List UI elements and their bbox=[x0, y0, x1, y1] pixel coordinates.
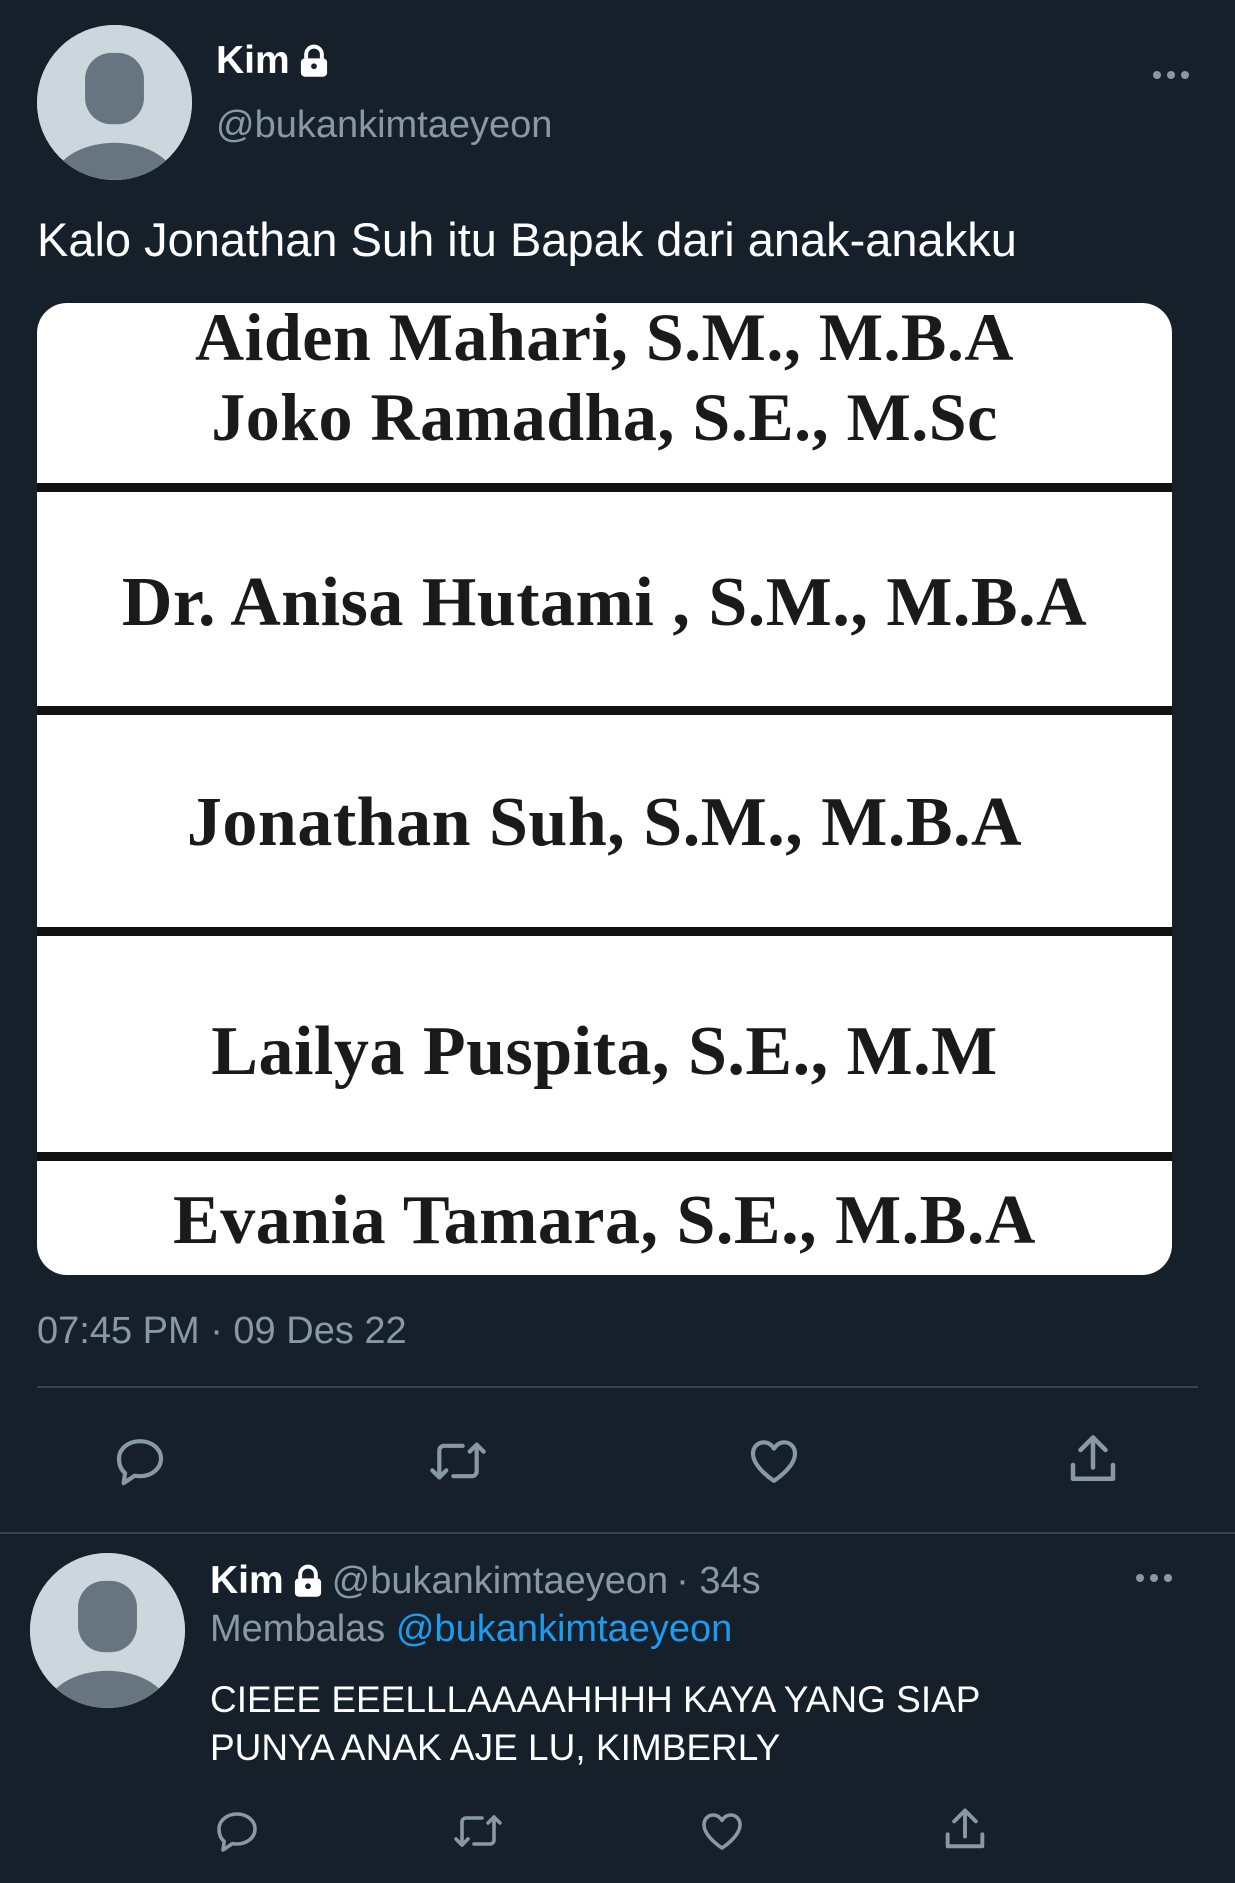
image-line: Dr. Anisa Hutami , S.M., M.B.A bbox=[121, 564, 1088, 641]
replying-to-link[interactable]: @bukankimtaeyeon bbox=[396, 1608, 732, 1650]
divider bbox=[37, 1386, 1198, 1388]
avatar[interactable] bbox=[37, 25, 192, 180]
reply-avatar[interactable] bbox=[30, 1553, 185, 1708]
default-avatar-icon bbox=[30, 1553, 185, 1708]
share-icon[interactable] bbox=[1063, 1430, 1123, 1490]
retweet-icon[interactable] bbox=[449, 1807, 507, 1855]
lock-icon bbox=[300, 44, 327, 77]
share-icon[interactable] bbox=[939, 1804, 991, 1856]
retweet-icon[interactable] bbox=[425, 1433, 491, 1489]
tweet-image[interactable]: Aiden Mahari, S.M., M.B.A Joko Ramadha, … bbox=[37, 303, 1172, 1275]
reply-header[interactable]: Kim @bukankimtaeyeon · 34s bbox=[210, 1558, 761, 1604]
reply-icon[interactable] bbox=[110, 1433, 170, 1489]
image-line: Aiden Mahari, S.M., M.B.A bbox=[194, 303, 1015, 375]
divider bbox=[0, 1532, 1235, 1534]
reply-author-name: Kim bbox=[210, 1559, 284, 1602]
image-rule bbox=[37, 483, 1172, 492]
reply-text-line: PUNYA ANAK AJE LU, KIMBERLY bbox=[210, 1727, 781, 1768]
more-icon[interactable] bbox=[1136, 1574, 1172, 1582]
replying-label: Membalas bbox=[210, 1608, 386, 1650]
heart-icon[interactable] bbox=[744, 1433, 804, 1489]
image-rule bbox=[37, 706, 1172, 715]
author-name-row[interactable]: Kim bbox=[216, 38, 330, 84]
image-line: Jonathan Suh, S.M., M.B.A bbox=[186, 784, 1023, 861]
default-avatar-icon bbox=[37, 25, 192, 180]
lock-icon bbox=[294, 1564, 321, 1597]
reply-text: CIEEE EEELLLAAAAHHHH KAYA YANG SIAP PUNY… bbox=[210, 1676, 980, 1772]
heart-icon[interactable] bbox=[696, 1807, 748, 1855]
tweet-text: Kalo Jonathan Suh itu Bapak dari anak-an… bbox=[37, 213, 1017, 266]
image-line: Lailya Puspita, S.E., M.M bbox=[211, 1013, 998, 1090]
reply-author-handle: @bukankimtaeyeon bbox=[331, 1559, 669, 1602]
author-handle[interactable]: @bukankimtaeyeon bbox=[216, 104, 552, 147]
reply-text-line: CIEEE EEELLLAAAAHHHH KAYA YANG SIAP bbox=[210, 1679, 981, 1720]
author-name: Kim bbox=[216, 39, 290, 82]
more-icon[interactable] bbox=[1153, 71, 1189, 79]
tweet-timestamp[interactable]: 07:45 PM · 09 Des 22 bbox=[37, 1310, 407, 1353]
image-line: Evania Tamara, S.E., M.B.A bbox=[173, 1182, 1036, 1259]
replying-to-row: Membalas @bukankimtaeyeon bbox=[210, 1608, 732, 1651]
image-rule bbox=[37, 927, 1172, 936]
image-line: Joko Ramadha, S.E., M.Sc bbox=[211, 379, 998, 455]
reply-age: · 34s bbox=[676, 1559, 761, 1602]
reply-icon[interactable] bbox=[211, 1807, 263, 1855]
image-rule bbox=[37, 1152, 1172, 1161]
